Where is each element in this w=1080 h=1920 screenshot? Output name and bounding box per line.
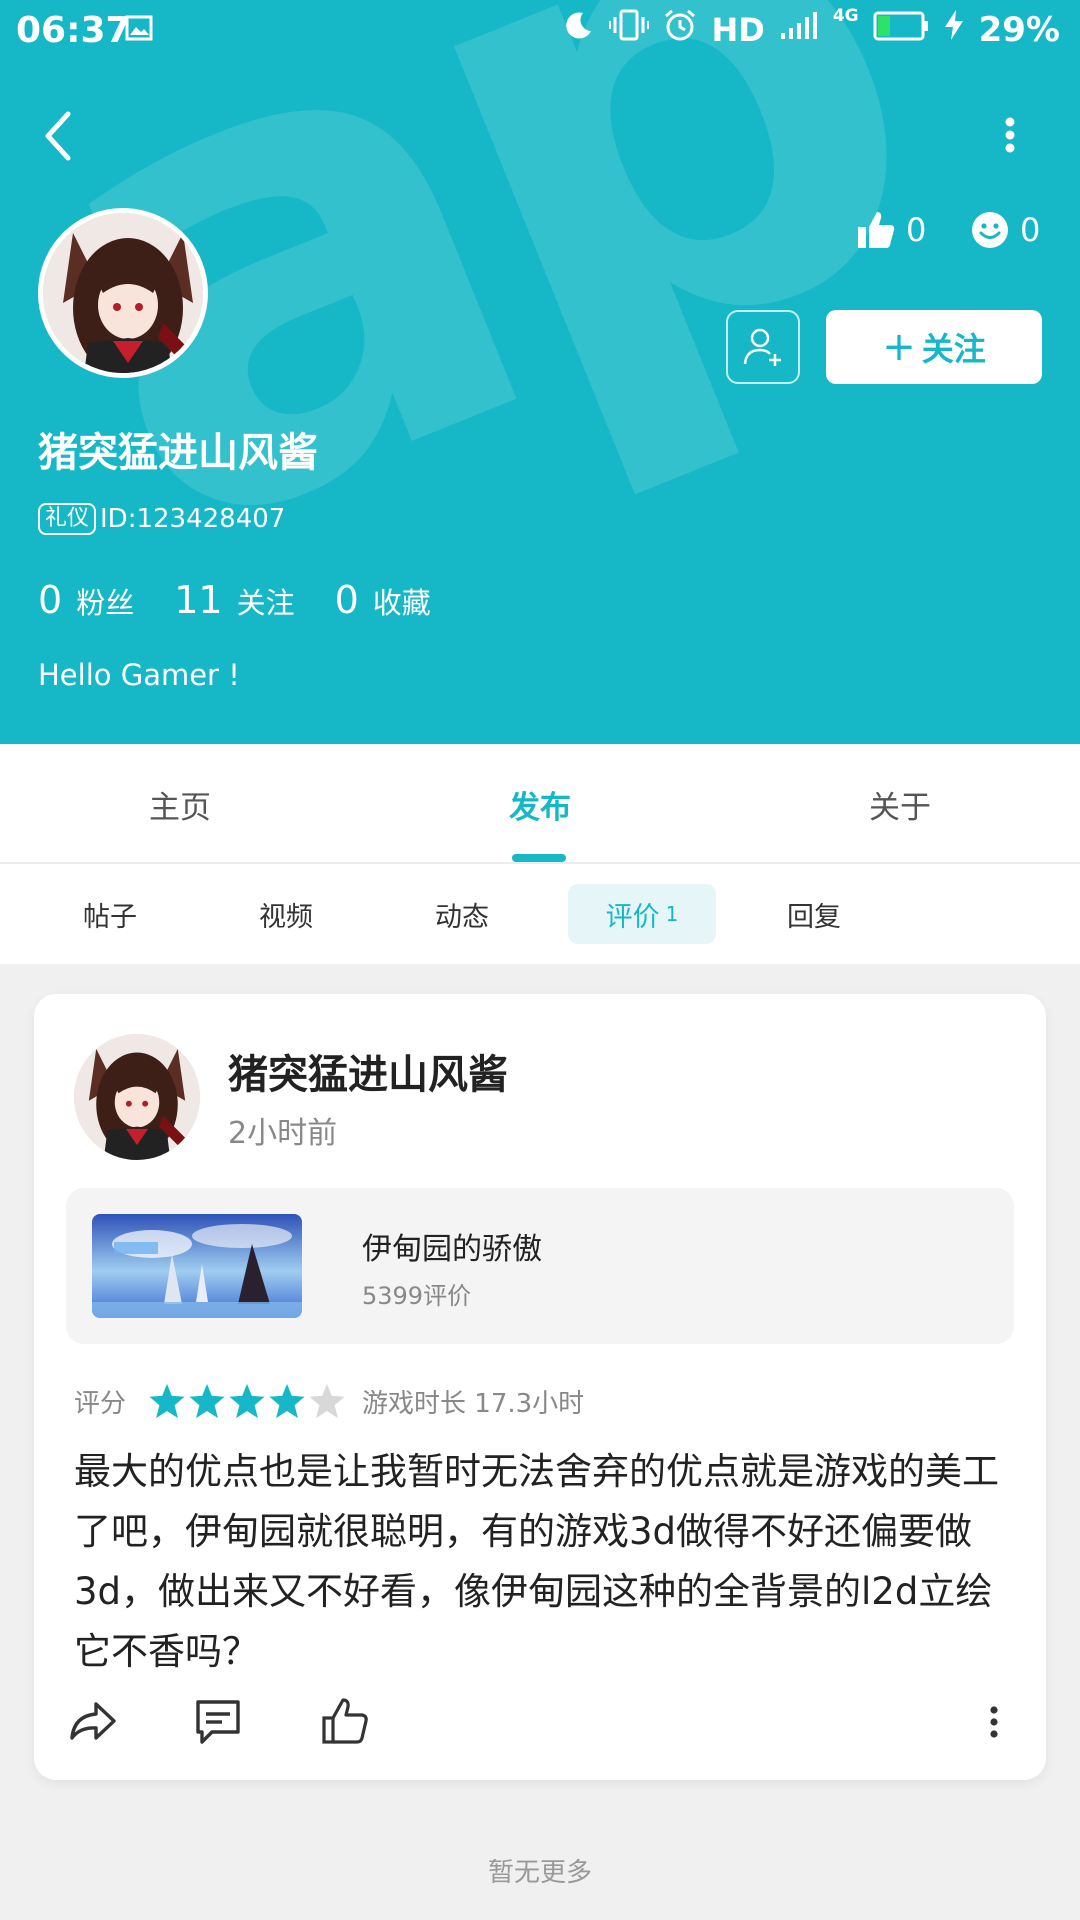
subtab-label: 评价 — [605, 901, 660, 933]
subtab-label: 回复 — [787, 901, 841, 933]
subtab-label: 动态 — [435, 901, 489, 933]
stat-label: 关注 — [236, 586, 295, 620]
vibrate-icon — [609, 8, 650, 51]
review-text: 最大的优点也是让我暂时无法舍弃的优点就是游戏的美工了吧，伊甸园就很聪明，有的游戏… — [74, 1450, 999, 1673]
share-button[interactable] — [64, 1694, 120, 1750]
rating-row: 评分 游戏时长 17.3小时 — [74, 1382, 584, 1420]
game-title: 伊甸园的骄傲 — [362, 1232, 542, 1267]
star-filled-icon — [229, 1383, 265, 1419]
subtab-label: 视频 — [259, 901, 313, 933]
game-link[interactable]: 伊甸园的骄傲 5399评价 — [66, 1188, 1014, 1344]
tab-posts[interactable]: 发布 — [360, 744, 720, 864]
status-icons: HD 4G 29% — [563, 5, 1060, 51]
avatar-illustration — [74, 1034, 200, 1160]
comment-icon — [196, 1700, 240, 1744]
stat-number: 0 — [334, 578, 359, 622]
share-icon — [70, 1702, 116, 1740]
star-empty-icon — [309, 1383, 345, 1419]
profile-avatar[interactable] — [38, 208, 208, 378]
status-time: 06:37 — [16, 10, 131, 51]
stat-following[interactable]: 11 关注 — [174, 578, 294, 622]
hd-label: HD — [711, 10, 765, 49]
author-avatar[interactable] — [74, 1034, 200, 1160]
tab-home[interactable]: 主页 — [0, 744, 360, 864]
image-icon — [124, 12, 154, 52]
playtime: 游戏时长 17.3小时 — [362, 1388, 585, 1419]
signal-icon — [779, 10, 819, 50]
battery-icon — [873, 10, 929, 50]
add-user-icon — [743, 328, 781, 366]
star-filled-icon — [269, 1383, 305, 1419]
star-filled-icon — [189, 1383, 225, 1419]
stat-label: 收藏 — [372, 586, 431, 620]
subtab-replies[interactable]: 回复 — [744, 884, 884, 944]
plus-icon: + — [882, 324, 916, 370]
tab-about[interactable]: 关于 — [720, 744, 1080, 864]
stat-fans[interactable]: 0 粉丝 — [38, 578, 134, 622]
star-filled-icon — [149, 1383, 185, 1419]
post-actions — [34, 1694, 1046, 1754]
more-vertical-icon — [1005, 117, 1015, 153]
rating-label: 评分 — [74, 1388, 127, 1419]
post-time: 2小时前 — [228, 1116, 338, 1151]
active-tab-indicator — [512, 854, 566, 862]
status-bar: 06:37 HD 4G 29% — [0, 0, 1080, 64]
profile-username: 猪突猛进山风酱 — [38, 430, 318, 476]
user-id: ID:123428407 — [100, 504, 286, 534]
profile-stats: 0 粉丝 11 关注 0 收藏 — [38, 578, 471, 622]
likes-count: 0 — [906, 211, 927, 249]
comment-button[interactable] — [190, 1694, 246, 1750]
avatar-illustration — [43, 213, 203, 373]
profile-bio: Hello Gamer ! — [38, 658, 240, 692]
sub-tabs: 帖子 视频 动态 评价 1 回复 — [0, 864, 1080, 964]
author-name[interactable]: 猪突猛进山风酱 — [228, 1042, 508, 1100]
user-badge[interactable]: 礼仪 — [38, 503, 97, 535]
game-review-count: 5399评价 — [362, 1282, 472, 1310]
stat-number: 11 — [174, 578, 223, 622]
chevron-left-icon — [45, 111, 71, 161]
battery-percent: 29% — [978, 9, 1060, 50]
emoji-count: 0 — [1020, 211, 1041, 249]
thumbs-up-icon — [858, 212, 895, 248]
game-cover-image — [92, 1214, 302, 1318]
like-counter[interactable]: 0 — [856, 210, 926, 250]
stat-label: 粉丝 — [76, 586, 135, 620]
user-id-row: 礼仪 ID:123428407 — [38, 503, 285, 535]
thumbs-up-icon — [322, 1698, 368, 1744]
back-button[interactable] — [38, 106, 82, 166]
no-more-footer: 暂无更多 — [487, 1858, 592, 1888]
network-type: 4G — [832, 5, 859, 26]
post-more-button[interactable] — [974, 1694, 1014, 1750]
subtab-count: 1 — [665, 902, 679, 926]
stat-favorites[interactable]: 0 收藏 — [335, 578, 431, 622]
add-friend-button[interactable] — [726, 310, 800, 384]
emoji-counter[interactable]: 0 — [970, 210, 1040, 250]
rating-stars — [148, 1382, 346, 1420]
follow-label: 关注 — [921, 330, 986, 368]
main-tabs: 主页 发布 关于 — [0, 744, 1080, 864]
more-options-button[interactable] — [990, 110, 1030, 170]
subtab-moments[interactable]: 动态 — [392, 884, 532, 944]
charging-icon — [943, 9, 965, 50]
stat-number: 0 — [38, 578, 63, 622]
subtab-label: 帖子 — [83, 901, 137, 933]
follow-button[interactable]: + 关注 — [826, 310, 1042, 384]
moon-icon — [563, 9, 595, 50]
like-button[interactable] — [318, 1694, 374, 1750]
subtab-reviews[interactable]: 评价 1 — [568, 884, 716, 944]
smiley-icon — [972, 212, 1008, 248]
alarm-icon — [663, 8, 697, 51]
review-card[interactable]: 猪突猛进山风酱 2小时前 伊甸园的骄傲 5399评价 评分 游戏时长 17.3小… — [34, 994, 1046, 1780]
subtab-videos[interactable]: 视频 — [216, 884, 356, 944]
subtab-threads[interactable]: 帖子 — [40, 884, 180, 944]
more-vertical-icon — [990, 1706, 998, 1738]
profile-header: ap ia 06:37 HD 4G — [0, 0, 1080, 744]
